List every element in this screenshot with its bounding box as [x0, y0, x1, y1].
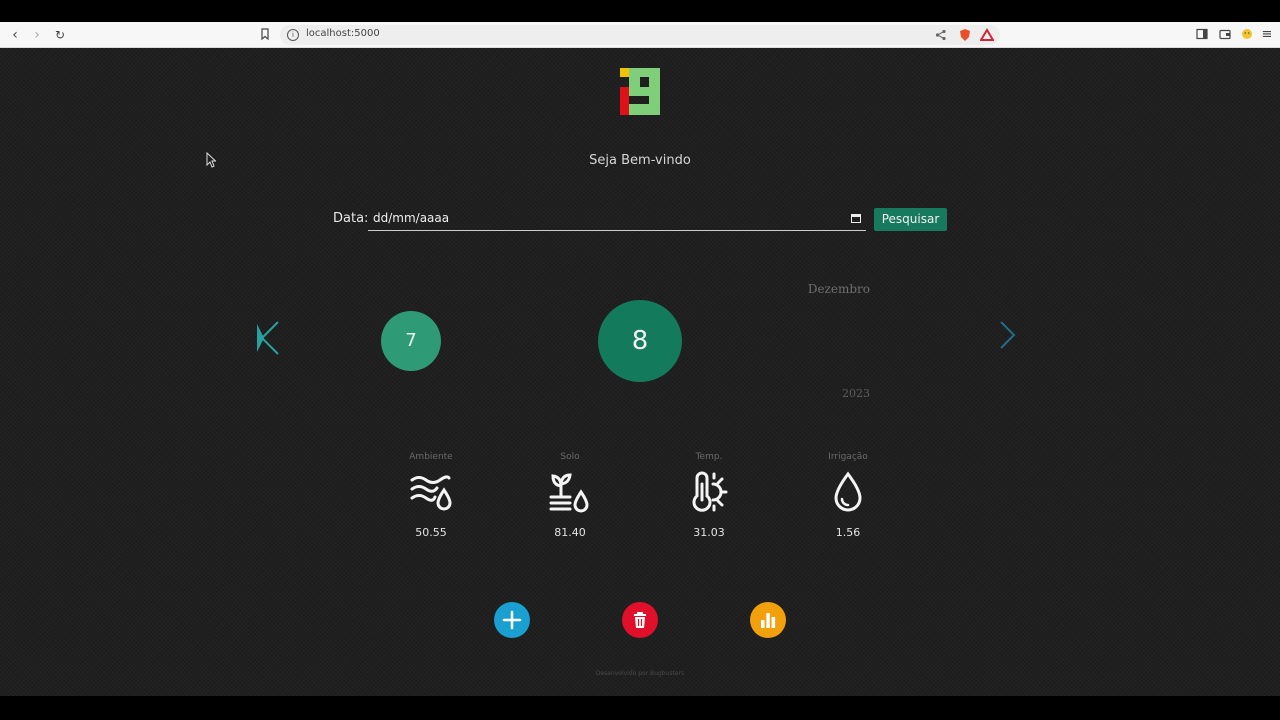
- plus-icon: [502, 610, 522, 630]
- share-icon[interactable]: [934, 28, 948, 42]
- sensor-value: 1.56: [835, 526, 861, 539]
- month-label: Dezembro: [807, 282, 870, 296]
- date-input-value: dd/mm/aaaa: [373, 211, 450, 225]
- water-drop-icon: [834, 471, 862, 512]
- humidity-wind-icon: [410, 475, 452, 511]
- bar-chart-icon: [761, 613, 776, 628]
- sensor-label: Ambiente: [409, 452, 453, 462]
- sensor-solo: Solo 81.40: [520, 452, 620, 539]
- previous-day-arrow-icon[interactable]: [254, 320, 280, 356]
- thermometer-sun-icon: [692, 471, 728, 512]
- url-text: localhost:5000: [306, 28, 380, 39]
- date-input[interactable]: dd/mm/aaaa: [368, 208, 866, 231]
- mouse-cursor-icon: [206, 152, 216, 168]
- screen-top-bar: [0, 0, 1280, 22]
- sensor-value: 31.03: [693, 526, 725, 539]
- sensor-irrigacao: Irrigação 1.56: [798, 452, 898, 539]
- footer-text: Desenvolvido por Bugbusters: [595, 670, 685, 677]
- search-button[interactable]: Pesquisar: [874, 208, 947, 231]
- menu-icon[interactable]: ≡: [1258, 26, 1276, 44]
- soil-sprout-icon: [549, 473, 589, 513]
- browser-toolbar: ‹ › ↻ i localhost:5000 ≡: [0, 22, 1280, 48]
- reload-icon[interactable]: ↻: [51, 26, 69, 44]
- site-info-icon[interactable]: i: [287, 29, 299, 41]
- next-day-arrow-icon[interactable]: [997, 320, 1017, 350]
- screen-bottom-bar: [0, 696, 1280, 720]
- bookmark-icon[interactable]: [258, 27, 272, 41]
- add-button[interactable]: [494, 602, 530, 638]
- sensor-value: 50.55: [415, 526, 447, 539]
- sensor-temp: Temp. 31.03: [659, 452, 759, 539]
- calendar-icon[interactable]: [851, 213, 861, 223]
- welcome-text: Seja Bem-vindo: [589, 153, 691, 168]
- profile-icon[interactable]: [1240, 27, 1254, 41]
- sensor-label: Irrigação: [828, 452, 868, 462]
- trash-icon: [634, 612, 646, 628]
- year-label: 2023: [842, 387, 870, 400]
- app-logo: [620, 68, 660, 115]
- date-label: Data:: [333, 211, 369, 226]
- forward-icon[interactable]: ›: [28, 26, 46, 44]
- sidebar-icon[interactable]: [1195, 27, 1209, 41]
- address-bar[interactable]: i localhost:5000: [280, 25, 1000, 45]
- wallet-icon[interactable]: [1218, 27, 1232, 41]
- brave-shield-icon[interactable]: [958, 28, 972, 42]
- sensor-label: Temp.: [695, 452, 723, 462]
- sensor-label: Solo: [560, 452, 580, 462]
- delete-button[interactable]: [622, 602, 658, 638]
- rewards-icon[interactable]: [980, 28, 994, 42]
- day-current[interactable]: 8: [598, 300, 682, 382]
- sensor-value: 81.40: [554, 526, 586, 539]
- back-icon[interactable]: ‹: [6, 26, 24, 44]
- day-previous[interactable]: 7: [381, 311, 441, 371]
- chart-button[interactable]: [750, 602, 786, 638]
- sensor-ambiente: Ambiente 50.55: [381, 452, 481, 539]
